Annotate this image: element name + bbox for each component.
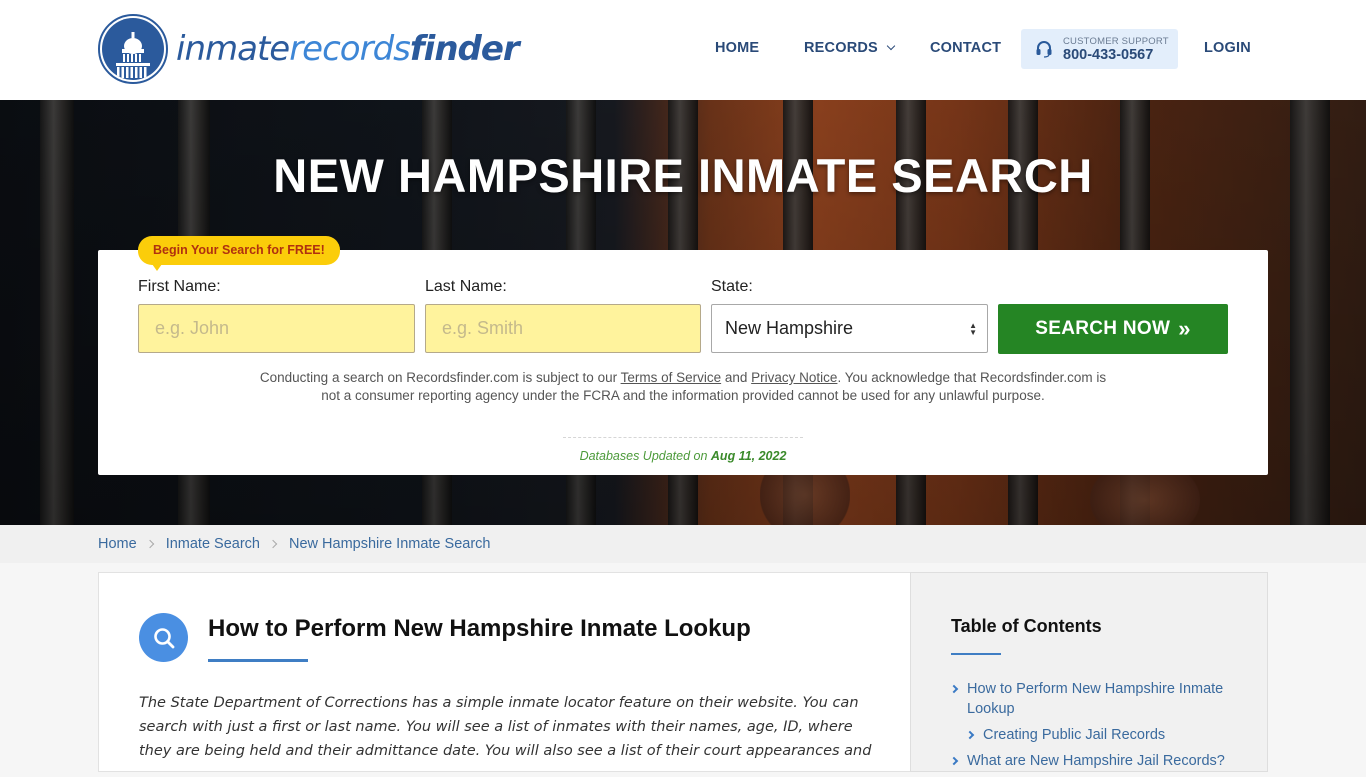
logo-wordmark: inmaterecordsfinder	[176, 29, 520, 69]
double-chevron-right-icon: »	[1178, 316, 1191, 341]
search-button-label: SEARCH NOW	[1035, 318, 1171, 339]
article-title: How to Perform New Hampshire Inmate Look…	[208, 615, 751, 642]
privacy-notice-link[interactable]: Privacy Notice	[751, 370, 837, 385]
search-form-card: First Name: Last Name: State: New Hampsh…	[98, 250, 1268, 475]
nav-records[interactable]: RECORDS	[804, 40, 896, 56]
support-label: CUSTOMER SUPPORT	[1063, 35, 1169, 47]
customer-support-box[interactable]: CUSTOMER SUPPORT 800-433-0567	[1021, 29, 1178, 69]
last-name-input[interactable]	[425, 304, 701, 353]
select-arrows-icon: ▲ ▼	[969, 321, 977, 337]
search-now-button[interactable]: SEARCH NOW »	[998, 304, 1228, 354]
logo-text-records: records	[289, 29, 411, 69]
last-name-label: Last Name:	[425, 278, 507, 295]
article-section: How to Perform New Hampshire Inmate Look…	[98, 572, 910, 772]
free-search-badge: Begin Your Search for FREE!	[138, 236, 340, 271]
toc-item[interactable]: Creating Public Jail Records	[951, 725, 1251, 745]
dashed-divider	[563, 437, 803, 438]
hero-banner: NEW HAMPSHIRE INMATE SEARCH First Name: …	[0, 100, 1366, 525]
state-select[interactable]: New Hampshire ▲ ▼	[711, 304, 988, 353]
toc-item-label: Creating Public Jail Records	[983, 727, 1166, 743]
article-body: The State Department of Corrections has …	[139, 695, 872, 759]
logo-text-finder: finder	[409, 29, 520, 69]
updated-date: Aug 11, 2022	[710, 449, 787, 463]
toc-item-label: How to Perform New Hampshire Inmate Look…	[967, 681, 1224, 717]
nav-contact[interactable]: CONTACT	[930, 40, 1001, 56]
chevron-right-icon	[949, 756, 959, 766]
toc-item[interactable]: What are New Hampshire Jail Records?	[949, 751, 1251, 771]
nav-login[interactable]: LOGIN	[1204, 40, 1251, 56]
first-name-label: First Name:	[138, 278, 221, 295]
first-name-input[interactable]	[138, 304, 415, 353]
terms-of-service-link[interactable]: Terms of Service	[621, 370, 722, 385]
breadcrumb-home[interactable]: Home	[98, 536, 137, 552]
breadcrumb: Home Inmate Search New Hampshire Inmate …	[0, 525, 1366, 563]
chevron-right-icon	[145, 539, 154, 549]
search-icon	[139, 613, 188, 662]
chevron-down-icon	[886, 41, 896, 51]
toc-list: How to Perform New Hampshire Inmate Look…	[949, 679, 1251, 777]
legal-disclaimer: Conducting a search on Recordsfinder.com…	[258, 369, 1108, 405]
site-header: inmaterecordsfinder HOME RECORDS CONTACT…	[0, 0, 1366, 100]
hero-title: NEW HAMPSHIRE INMATE SEARCH	[273, 149, 1093, 202]
breadcrumb-current[interactable]: New Hampshire Inmate Search	[289, 536, 490, 552]
state-selected-value: New Hampshire	[725, 318, 854, 338]
disclaimer-text: and	[721, 370, 752, 385]
title-underline	[208, 659, 308, 662]
toc-item-label: What are New Hampshire Jail Records?	[967, 753, 1225, 769]
toc-underline	[951, 653, 1001, 655]
chevron-right-icon	[949, 684, 959, 694]
site-logo[interactable]: inmaterecordsfinder	[98, 14, 520, 84]
table-of-contents: Table of Contents How to Perform New Ham…	[910, 572, 1268, 772]
logo-text-inmate: inmate	[176, 29, 290, 69]
capitol-logo-icon	[98, 14, 168, 84]
state-label: State:	[711, 278, 753, 295]
support-phone[interactable]: 800-433-0567	[1063, 47, 1169, 63]
breadcrumb-inmate-search[interactable]: Inmate Search	[166, 536, 260, 552]
updated-label: Databases Updated on	[579, 449, 711, 463]
headset-icon	[1036, 41, 1052, 58]
nav-home[interactable]: HOME	[715, 40, 759, 56]
toc-title: Table of Contents	[951, 616, 1102, 636]
disclaimer-text: Conducting a search on Recordsfinder.com…	[259, 370, 621, 385]
toc-item[interactable]: How to Perform New Hampshire Inmate Look…	[949, 679, 1251, 719]
nav-records-label: RECORDS	[804, 40, 878, 56]
chevron-right-icon	[268, 539, 278, 549]
chevron-right-icon	[965, 730, 975, 740]
database-updated-note: Databases Updated on Aug 11, 2022	[98, 449, 1268, 463]
